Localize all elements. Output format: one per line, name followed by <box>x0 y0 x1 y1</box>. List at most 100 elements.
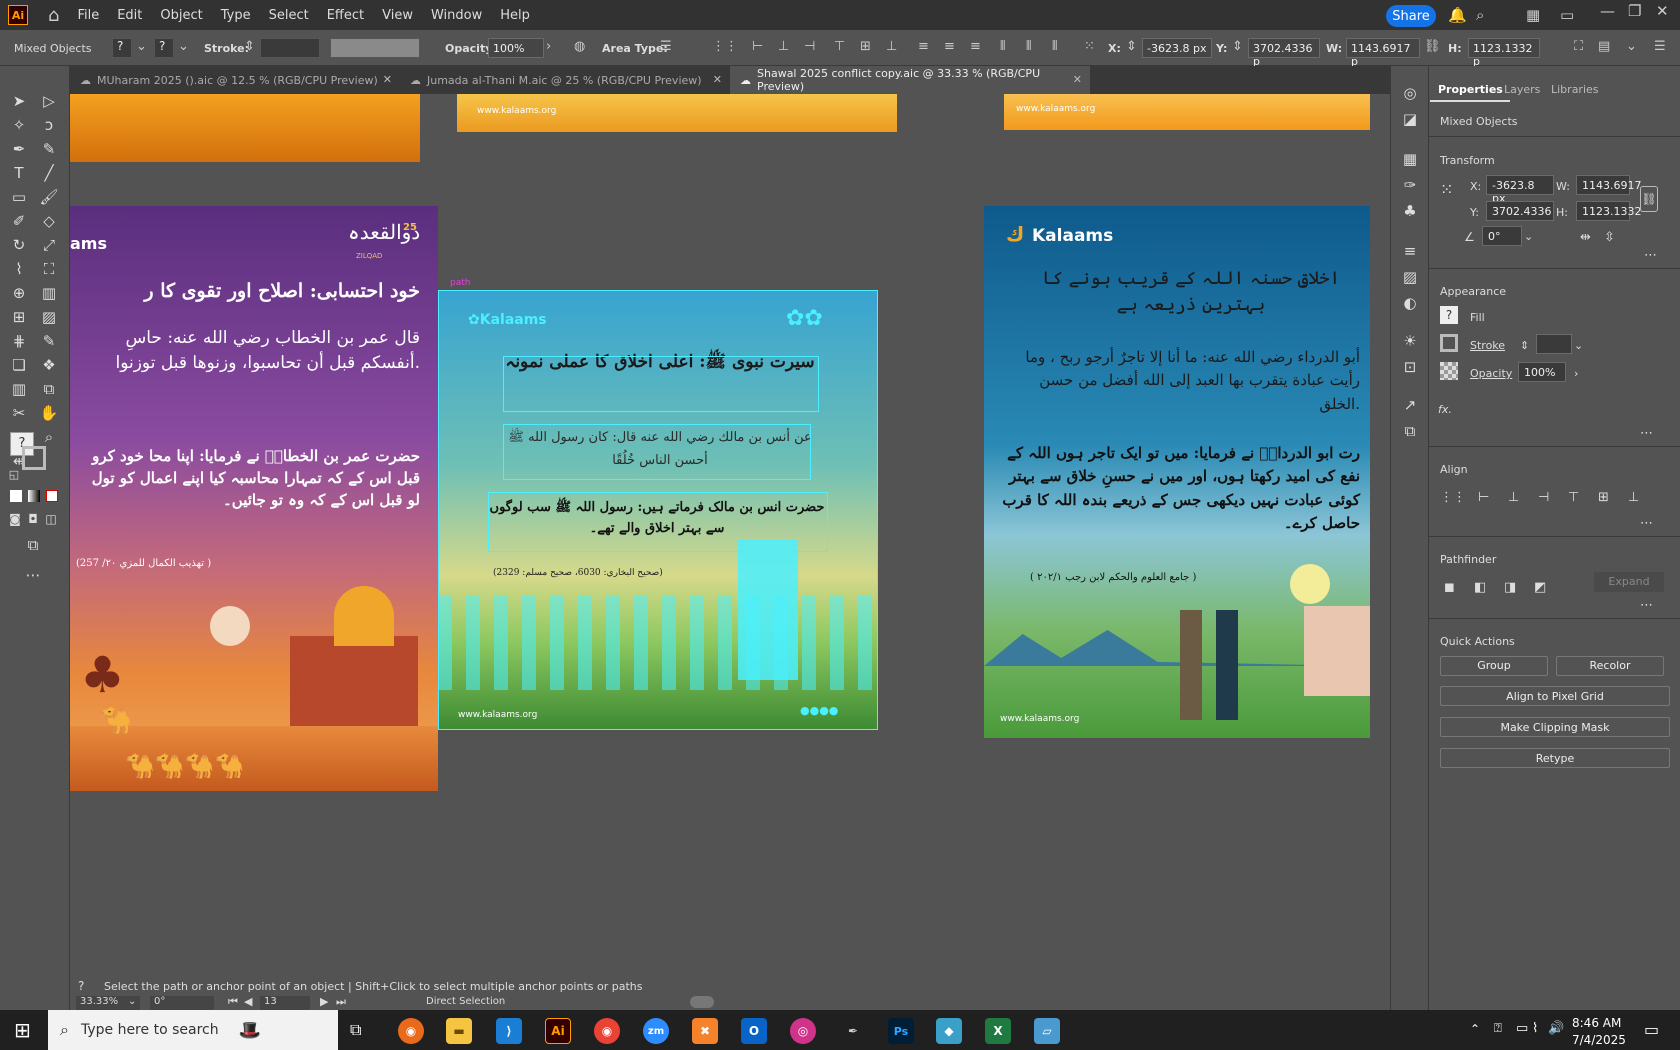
artboard-right[interactable]: ك Kalaams اخلاقِ حسنہ اللہ کے قریب ہونے … <box>984 206 1370 738</box>
menu-effect[interactable]: Effect <box>327 8 364 23</box>
align-top-icon[interactable]: ⊤ <box>1568 490 1579 505</box>
opacity-input[interactable]: 100% <box>488 38 544 58</box>
align-right-icon[interactable]: ⊣ <box>804 39 815 54</box>
volume-icon[interactable]: 🔊 <box>1548 1021 1564 1036</box>
align-center-icon[interactable]: ⊥ <box>1508 490 1519 505</box>
menu-window[interactable]: Window <box>431 8 482 23</box>
chrome-icon[interactable]: ◉ <box>594 1018 620 1044</box>
vscode-icon[interactable]: ⟩ <box>496 1018 522 1044</box>
properties-panel-icon[interactable]: ◎ <box>1399 84 1421 102</box>
xampp-icon[interactable]: ✖ <box>692 1018 718 1044</box>
help-tray-icon[interactable]: ⍰ <box>1494 1021 1502 1036</box>
direct-selection-tool-icon[interactable]: ▷ <box>38 92 60 110</box>
export-panel-icon[interactable]: ↗ <box>1399 396 1421 414</box>
network-icon[interactable]: ⌇ <box>1532 1021 1538 1036</box>
recolor-button[interactable]: Recolor <box>1556 656 1664 676</box>
stepper-icon[interactable]: ⇕ <box>1520 339 1529 352</box>
eyedropper-icon[interactable]: ✎ <box>38 332 60 350</box>
mesh-tool-icon[interactable]: ⋕ <box>8 332 30 350</box>
h-input[interactable]: 1123.1332 p <box>1468 38 1540 68</box>
stroke-swatch[interactable]: ? <box>154 38 174 58</box>
w-input[interactable]: 1143.6917 <box>1576 175 1642 195</box>
rotation-input[interactable]: 0° <box>150 996 214 1010</box>
flip-horizontal-icon[interactable]: ⇹ <box>1580 230 1591 245</box>
stroke-weight-input[interactable] <box>1536 334 1572 354</box>
y-input[interactable]: 3702.4336 p <box>1248 38 1320 68</box>
creative-cloud-icon[interactable]: ◎ <box>790 1018 816 1044</box>
curvature-tool-icon[interactable]: ✎ <box>38 140 60 158</box>
stroke-panel-icon[interactable]: ≡ <box>1399 242 1421 260</box>
pen-tool-icon[interactable]: ✒ <box>8 140 30 158</box>
menu-file[interactable]: File <box>77 8 99 23</box>
angle-input[interactable]: 0° <box>1482 226 1522 246</box>
chevron-down-icon[interactable]: ⌄ <box>1626 39 1637 54</box>
stroke-weight-input[interactable] <box>260 38 320 58</box>
share-button[interactable]: Share <box>1386 5 1436 27</box>
gradient-tool-icon[interactable]: ▨ <box>38 308 60 326</box>
illustrator-icon[interactable]: Ai <box>545 1018 571 1044</box>
selection-tool-icon[interactable]: ➤ <box>8 92 30 110</box>
text-align-icon[interactable]: ☰ <box>660 39 672 54</box>
warp-tool-icon[interactable]: ⌇ <box>8 260 30 278</box>
align-bottom-icon[interactable]: ⊥ <box>1628 490 1639 505</box>
magic-wand-icon[interactable]: ✧ <box>8 116 30 134</box>
stroke-label[interactable]: Stroke <box>1470 339 1505 352</box>
windows-start-icon[interactable]: ⊞ <box>14 1018 31 1042</box>
distribute-top-icon[interactable]: ≡ <box>918 39 929 54</box>
artboards-panel-icon[interactable]: ⧉ <box>1399 422 1421 440</box>
reference-point-icon[interactable]: ⁙ <box>1084 39 1095 54</box>
stepper-icon[interactable]: ⇕ <box>1232 39 1243 54</box>
shape-builder-icon[interactable]: ⊕ <box>8 284 30 302</box>
artboard-tool-icon[interactable]: ⧉ <box>38 380 60 398</box>
urdu-text-frame[interactable] <box>488 492 828 552</box>
perspective-grid-icon[interactable]: ⊞ <box>8 308 30 326</box>
camel-caravan-graphic[interactable]: 🐪🐪🐪🐪 <box>125 752 245 780</box>
close-icon[interactable]: ✕ <box>713 73 722 86</box>
intersect-icon[interactable]: ◨ <box>1504 580 1516 595</box>
align-to-icon[interactable]: ⋮⋮ <box>1440 490 1466 505</box>
file-explorer-icon[interactable]: ▬ <box>446 1018 472 1044</box>
opacity-input[interactable]: 100% <box>1518 362 1566 382</box>
stepper-icon[interactable]: ⇕ <box>1126 39 1137 54</box>
align-left-icon[interactable]: ⊢ <box>752 39 763 54</box>
recolor-icon[interactable]: ◍ <box>574 39 585 54</box>
more-tools-icon[interactable]: ⋯ <box>22 566 44 584</box>
menu-help[interactable]: Help <box>500 8 530 23</box>
chevron-down-icon[interactable]: ⌄ <box>178 39 189 54</box>
h-input[interactable]: 1123.1332 <box>1576 201 1642 221</box>
align-center-icon[interactable]: ⊥ <box>778 39 789 54</box>
clock-time[interactable]: 8:46 AM <box>1572 1016 1621 1030</box>
tab-jumada[interactable]: ☁ Jumada al-Thani M.aic @ 25 % (RGB/CPU … <box>400 66 730 94</box>
group-button[interactable]: Group <box>1440 656 1548 676</box>
chevron-down-icon[interactable]: ⌄ <box>1524 230 1533 243</box>
arrange-icon[interactable]: ▭ <box>1560 6 1574 24</box>
workspace-icon[interactable]: ▦ <box>1526 6 1540 24</box>
x-input[interactable]: -3623.8 px <box>1142 38 1212 58</box>
first-artboard-icon[interactable]: ⏮ <box>228 995 238 1009</box>
notes-app-icon[interactable]: ▱ <box>1034 1018 1060 1044</box>
search-icon[interactable]: ⌕ <box>1476 6 1484 24</box>
tab-muharam[interactable]: ☁ MUharam 2025 ().aic @ 12.5 % (RGB/CPU … <box>70 66 400 94</box>
make-clipping-mask-button[interactable]: Make Clipping Mask <box>1440 717 1670 737</box>
transform-icon[interactable]: ⛶ <box>1574 39 1583 54</box>
align-bottom-icon[interactable]: ⊥ <box>886 39 897 54</box>
tab-properties[interactable]: Properties <box>1438 83 1503 96</box>
x-input[interactable]: -3623.8 px <box>1486 175 1554 205</box>
menu-type[interactable]: Type <box>221 8 251 23</box>
excel-icon[interactable]: X <box>985 1018 1011 1044</box>
distribute-center-icon[interactable]: ⫴ <box>1026 39 1031 54</box>
bell-icon[interactable]: 🔔 <box>1448 6 1467 24</box>
shaper-tool-icon[interactable]: ✐ <box>8 212 30 230</box>
fx-button[interactable]: fx. <box>1438 403 1452 416</box>
more-options-icon[interactable]: ⋯ <box>1640 426 1653 441</box>
close-icon[interactable]: ✕ <box>383 73 392 86</box>
tab-layers[interactable]: Layers <box>1504 83 1540 96</box>
artboard-number-input[interactable]: 13 <box>260 996 310 1010</box>
chevron-up-icon[interactable]: ⌃ <box>1470 1022 1480 1036</box>
blend-tool-icon[interactable]: ❏ <box>8 356 30 374</box>
align-right-icon[interactable]: ⊣ <box>1538 490 1549 505</box>
link-proportions-icon[interactable]: ⛓ <box>1424 39 1441 54</box>
last-artboard-icon[interactable]: ⏭ <box>336 995 346 1009</box>
swatches-panel-icon[interactable]: ▦ <box>1399 150 1421 168</box>
slice-tool-icon[interactable]: ✂ <box>8 404 30 422</box>
